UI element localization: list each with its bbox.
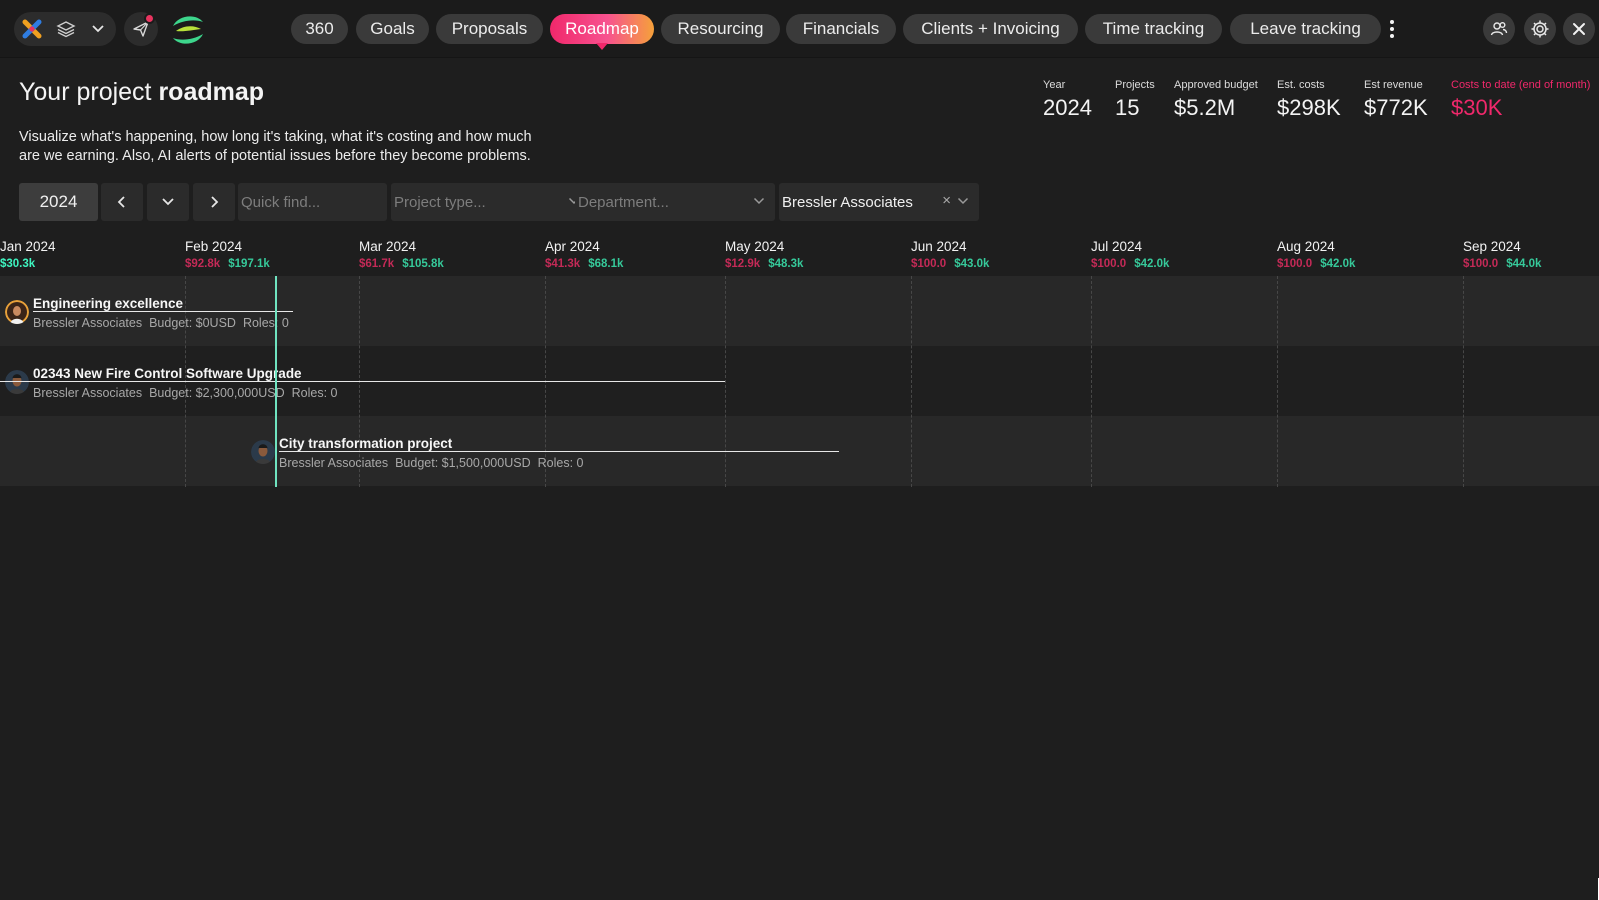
clear-client-icon[interactable]: × [942, 192, 951, 209]
month-gridline [1091, 276, 1092, 487]
more-vertical-icon[interactable] [1386, 14, 1398, 44]
chevron-left-icon [117, 196, 125, 208]
month-jul: Jul 2024 $100.0 $42.0k [1091, 239, 1170, 270]
project-name[interactable]: 02343 New Fire Control Software Upgrade [33, 366, 302, 381]
chevron-down-icon [957, 197, 969, 205]
project-duration-bar[interactable] [0, 381, 725, 382]
app-logo-icon[interactable] [15, 12, 49, 46]
avatar [251, 440, 275, 464]
stat-year: Year 2024 [1043, 79, 1092, 120]
tab-time-tracking[interactable]: Time tracking [1085, 14, 1222, 44]
layers-icon[interactable] [49, 12, 83, 46]
department-select[interactable]: Department... [575, 183, 775, 221]
page-subtitle: Visualize what's happening, how long it'… [19, 129, 532, 164]
chevron-down-icon [162, 198, 174, 206]
tab-goals[interactable]: Goals [356, 14, 429, 44]
prev-year-button[interactable] [101, 183, 143, 221]
client-select[interactable]: Bressler Associates × [779, 183, 979, 221]
month-gridline [1277, 276, 1278, 487]
month-gridline [725, 276, 726, 487]
project-duration-bar[interactable] [279, 451, 839, 452]
stat-approved-budget: Approved budget $5.2M [1174, 79, 1258, 120]
chevron-down-icon [753, 197, 765, 205]
brand-logo-icon [170, 12, 206, 48]
avatar [5, 300, 29, 324]
tab-financials[interactable]: Financials [786, 14, 896, 44]
chevron-right-icon [211, 196, 219, 208]
project-name[interactable]: Engineering excellence [33, 296, 183, 311]
gear-icon [1531, 20, 1549, 38]
project-meta: Bressler Associates Budget: $0USD Roles: 0 [33, 316, 289, 330]
settings-button[interactable] [1524, 13, 1556, 45]
tab-roadmap[interactable]: Roadmap [550, 14, 654, 50]
month-mar: Mar 2024 $61.7k $105.8k [359, 239, 444, 270]
today-marker [275, 276, 277, 487]
avatar [5, 370, 29, 394]
tab-360[interactable]: 360 [291, 14, 348, 44]
month-may: May 2024 $12.9k $48.3k [725, 239, 804, 270]
tab-proposals[interactable]: Proposals [436, 14, 543, 44]
month-aug: Aug 2024 $100.0 $42.0k [1277, 239, 1356, 270]
tab-resourcing[interactable]: Resourcing [661, 14, 780, 44]
people-button[interactable] [1483, 13, 1515, 45]
month-sep: Sep 2024 $100.0 $44.0k [1463, 239, 1542, 270]
chevron-down-icon[interactable] [81, 12, 115, 46]
year-dropdown-button[interactable] [147, 183, 189, 221]
send-button[interactable] [124, 12, 158, 46]
stat-est-revenue: Est revenue $772K [1364, 79, 1428, 120]
project-meta: Bressler Associates Budget: $2,300,000USD… [33, 386, 338, 400]
close-icon [1573, 23, 1585, 35]
project-type-select[interactable]: Project type... [391, 183, 590, 221]
notification-badge [144, 13, 155, 24]
tab-leave-tracking[interactable]: Leave tracking [1230, 14, 1381, 44]
roadmap-timeline: Jan 2024 $30.3k Feb 2024 $92.8k $197.1k M… [0, 233, 1599, 488]
month-gridline [1463, 276, 1464, 487]
next-year-button[interactable] [193, 183, 235, 221]
people-icon [1490, 22, 1508, 36]
stat-costs-to-date: Costs to date (end of month) $30K [1451, 79, 1591, 120]
month-feb: Feb 2024 $92.8k $197.1k [185, 239, 270, 270]
top-bar: 360 Goals Proposals Roadmap Resourcing F… [0, 0, 1599, 58]
year-button[interactable]: 2024 [19, 183, 98, 221]
stat-projects: Projects 15 [1115, 79, 1155, 120]
stat-est-costs: Est. costs $298K [1277, 79, 1341, 120]
page-title: Your project roadmap [19, 78, 265, 106]
project-duration-bar[interactable] [33, 311, 293, 312]
project-name[interactable]: City transformation project [279, 436, 452, 451]
month-apr: Apr 2024 $41.3k $68.1k [545, 239, 624, 270]
project-meta: Bressler Associates Budget: $1,500,000USD… [279, 456, 584, 470]
close-button[interactable] [1563, 13, 1595, 45]
quick-find-input[interactable]: Quick find... [238, 183, 387, 221]
month-gridline [911, 276, 912, 487]
tab-clients-invoicing[interactable]: Clients + Invoicing [903, 14, 1078, 44]
month-jun: Jun 2024 $100.0 $43.0k [911, 239, 990, 270]
month-header: Jan 2024 $30.3k Feb 2024 $92.8k $197.1k M… [0, 233, 1599, 276]
month-jan: Jan 2024 $30.3k [0, 239, 56, 270]
app-switcher-group [14, 12, 116, 46]
